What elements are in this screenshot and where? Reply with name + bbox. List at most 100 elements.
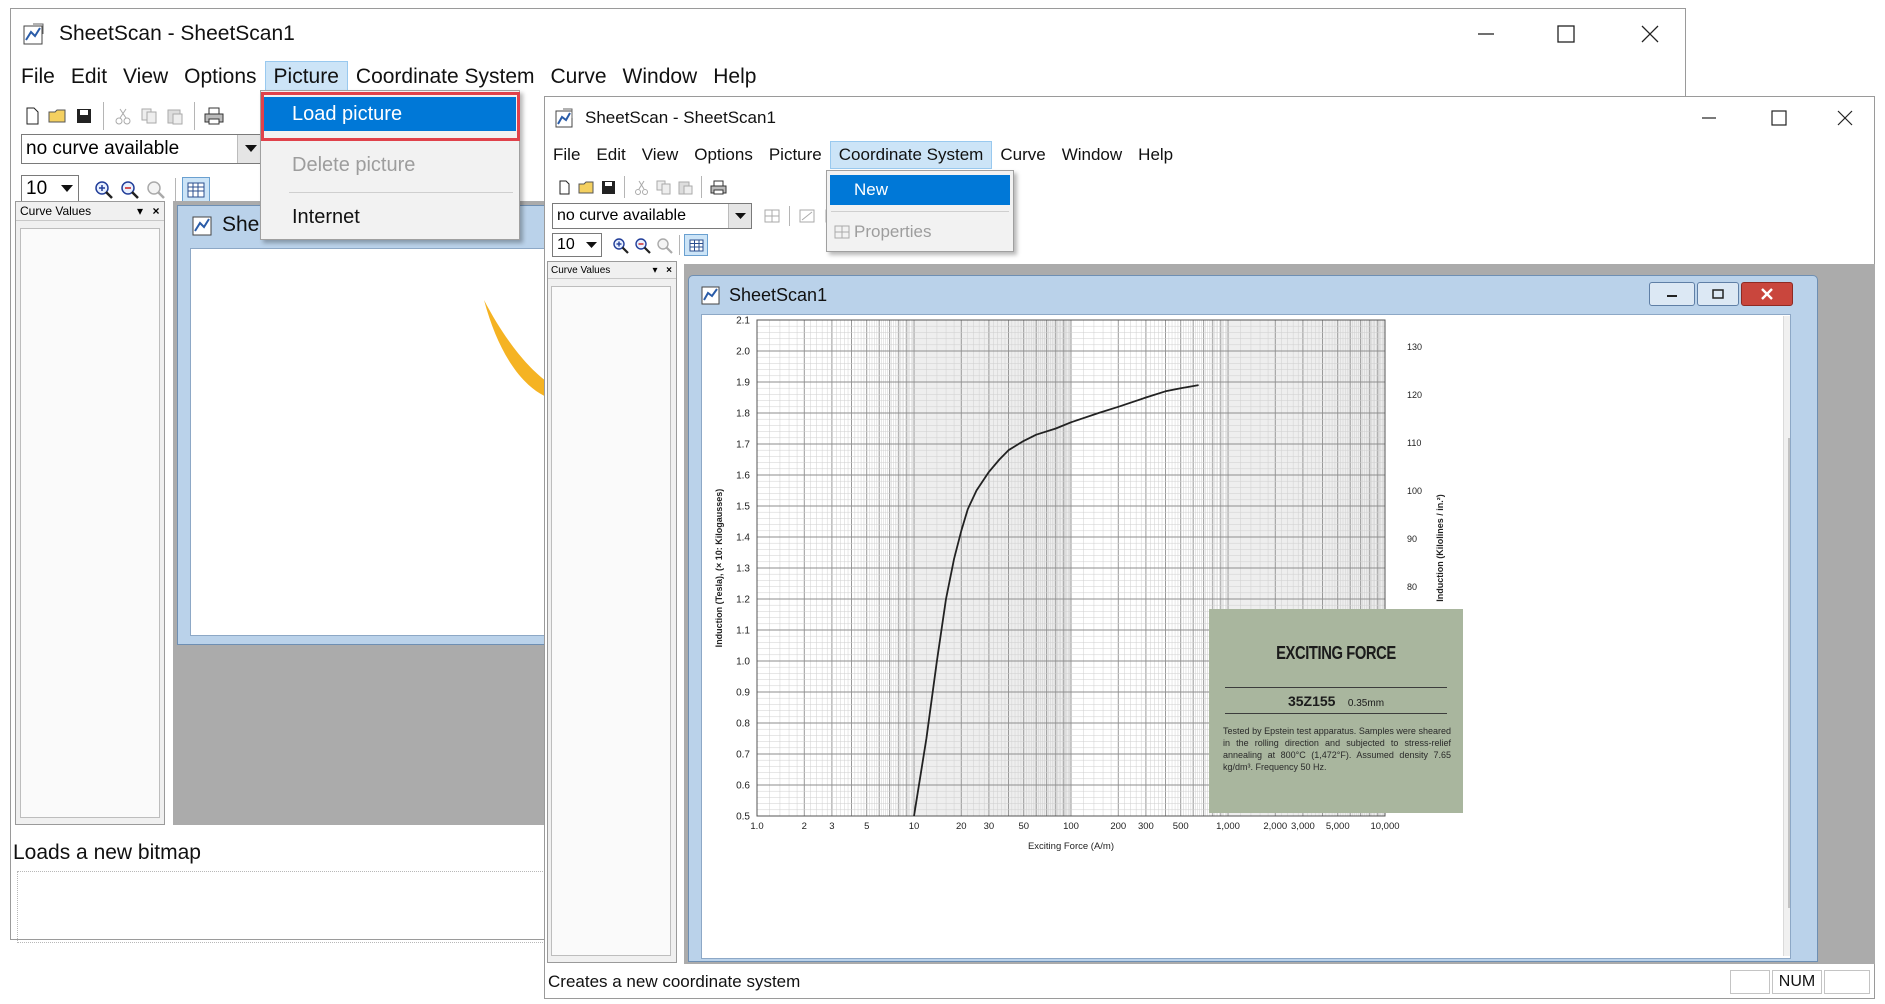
print-icon[interactable] xyxy=(201,103,227,129)
front-menu-view[interactable]: View xyxy=(634,141,687,169)
x-tick-label: 3 xyxy=(829,821,834,832)
front-zoom-select-value: 10 xyxy=(557,236,575,253)
open-folder-icon[interactable] xyxy=(575,176,597,198)
y-left-tick-label: 0.8 xyxy=(736,719,750,730)
dock-close-icon[interactable]: × xyxy=(148,204,164,218)
front-menu-file[interactable]: File xyxy=(545,141,588,169)
y-left-tick-label: 1.5 xyxy=(736,502,750,513)
internet-menu-item[interactable]: Internet xyxy=(264,200,516,234)
back-menu-window[interactable]: Window xyxy=(615,61,706,93)
x-tick-label: 1.0 xyxy=(750,821,763,832)
front-curve-select[interactable]: no curve available xyxy=(552,203,752,229)
x-tick-label: 1,000 xyxy=(1216,821,1240,832)
dock-menu-icon[interactable]: ▾ xyxy=(132,204,148,218)
y-left-tick-label: 0.6 xyxy=(736,781,750,792)
chevron-down-icon[interactable] xyxy=(56,176,78,202)
new-coordinate-system-menu-item[interactable]: New xyxy=(830,175,1010,205)
zoom-fit-icon[interactable] xyxy=(143,177,169,203)
front-menu-coordinate-system[interactable]: Coordinate System xyxy=(829,141,993,169)
scroll-thumb[interactable] xyxy=(1788,438,1790,908)
y-left-axis-title: Induction (Tesla), (× 10: Kilogausses) xyxy=(714,489,724,648)
zoom-in-icon[interactable] xyxy=(91,177,117,203)
back-zoom-select[interactable]: 10 xyxy=(21,175,79,203)
copy-icon[interactable] xyxy=(652,176,674,198)
chevron-down-icon[interactable] xyxy=(728,204,751,228)
delete-picture-menu-item[interactable]: Delete picture xyxy=(264,148,516,182)
x-tick-label: 20 xyxy=(956,821,967,832)
back-minimize-button[interactable] xyxy=(1451,9,1521,59)
front-menu-edit[interactable]: Edit xyxy=(588,141,633,169)
cut-icon[interactable] xyxy=(110,103,136,129)
y-left-tick-label: 0.5 xyxy=(736,812,750,823)
dock-menu-icon[interactable]: ▾ xyxy=(648,265,662,276)
back-curve-values-list[interactable] xyxy=(20,228,160,818)
back-title-bar: SheetScan - SheetScan1 xyxy=(11,9,1685,59)
curve-grid-icon[interactable] xyxy=(759,204,785,228)
back-menu-file[interactable]: File xyxy=(13,61,63,93)
back-close-button[interactable] xyxy=(1615,9,1685,59)
front-child-title-bar: SheetScan1 xyxy=(689,276,1817,314)
paste-icon[interactable] xyxy=(674,176,696,198)
copy-icon[interactable] xyxy=(136,103,162,129)
grid-icon[interactable] xyxy=(182,177,210,203)
cut-icon[interactable] xyxy=(630,176,652,198)
child-restore-button[interactable] xyxy=(1697,282,1739,306)
new-file-icon[interactable] xyxy=(553,176,575,198)
y-right-tick-label: 90 xyxy=(1407,534,1417,544)
back-child-window: SheetScan1 xyxy=(177,205,553,645)
paste-icon[interactable] xyxy=(162,103,188,129)
x-axis-title: Exciting Force (A/m) xyxy=(1028,841,1114,852)
label-divider xyxy=(1225,713,1447,714)
open-folder-icon[interactable] xyxy=(45,103,71,129)
front-menu-options[interactable]: Options xyxy=(686,141,761,169)
front-menu-picture[interactable]: Picture xyxy=(761,141,830,169)
save-disk-icon[interactable] xyxy=(597,176,619,198)
curve-edit-icon[interactable] xyxy=(794,204,820,228)
back-menu-bar: File Edit View Options Picture Coordinat… xyxy=(13,61,1685,93)
dock-close-icon[interactable]: × xyxy=(662,265,676,276)
x-tick-label: 2,000 xyxy=(1263,821,1287,832)
zoom-in-icon[interactable] xyxy=(609,234,631,256)
front-menu-window[interactable]: Window xyxy=(1054,141,1130,169)
back-menu-curve[interactable]: Curve xyxy=(543,61,615,93)
back-menu-options[interactable]: Options xyxy=(176,61,264,93)
vertical-scrollbar[interactable] xyxy=(1783,316,1790,956)
front-minimize-button[interactable] xyxy=(1679,97,1739,139)
back-menu-view[interactable]: View xyxy=(115,61,176,93)
y-left-tick-label: 0.9 xyxy=(736,688,750,699)
print-icon[interactable] xyxy=(707,176,729,198)
front-close-button[interactable] xyxy=(1815,97,1875,139)
front-menu-help[interactable]: Help xyxy=(1130,141,1181,169)
toolbar-separator xyxy=(624,176,625,198)
properties-icon xyxy=(834,224,852,240)
back-maximize-button[interactable] xyxy=(1531,9,1601,59)
child-close-button[interactable] xyxy=(1741,282,1793,306)
back-curve-values-title: Curve Values xyxy=(20,204,92,218)
back-menu-coordinate-system[interactable]: Coordinate System xyxy=(348,61,543,93)
front-menu-curve[interactable]: Curve xyxy=(992,141,1053,169)
scroll-down-arrow-icon[interactable] xyxy=(1788,933,1790,949)
y-right-tick-label: 120 xyxy=(1407,390,1422,400)
front-curve-values-list[interactable] xyxy=(551,286,671,956)
back-menu-edit[interactable]: Edit xyxy=(63,61,115,93)
scroll-up-arrow-icon[interactable] xyxy=(1788,322,1790,338)
x-tick-label: 5,000 xyxy=(1326,821,1350,832)
grid-icon[interactable] xyxy=(684,234,708,256)
back-curve-select[interactable]: no curve available xyxy=(21,134,265,164)
x-tick-label: 50 xyxy=(1018,821,1029,832)
front-maximize-button[interactable] xyxy=(1749,97,1809,139)
y-left-tick-label: 1.8 xyxy=(736,409,750,420)
back-menu-picture[interactable]: Picture xyxy=(264,61,348,93)
x-tick-label: 500 xyxy=(1173,821,1189,832)
toolbar-separator xyxy=(175,178,176,202)
front-zoom-select[interactable]: 10 xyxy=(552,233,602,257)
zoom-fit-icon[interactable] xyxy=(653,234,675,256)
child-minimize-button[interactable] xyxy=(1649,282,1695,306)
zoom-out-icon[interactable] xyxy=(117,177,143,203)
zoom-out-icon[interactable] xyxy=(631,234,653,256)
chevron-down-icon[interactable] xyxy=(581,234,601,256)
new-file-icon[interactable] xyxy=(19,103,45,129)
properties-menu-item[interactable]: Properties xyxy=(830,217,1010,247)
save-disk-icon[interactable] xyxy=(71,103,97,129)
back-menu-help[interactable]: Help xyxy=(705,61,764,93)
